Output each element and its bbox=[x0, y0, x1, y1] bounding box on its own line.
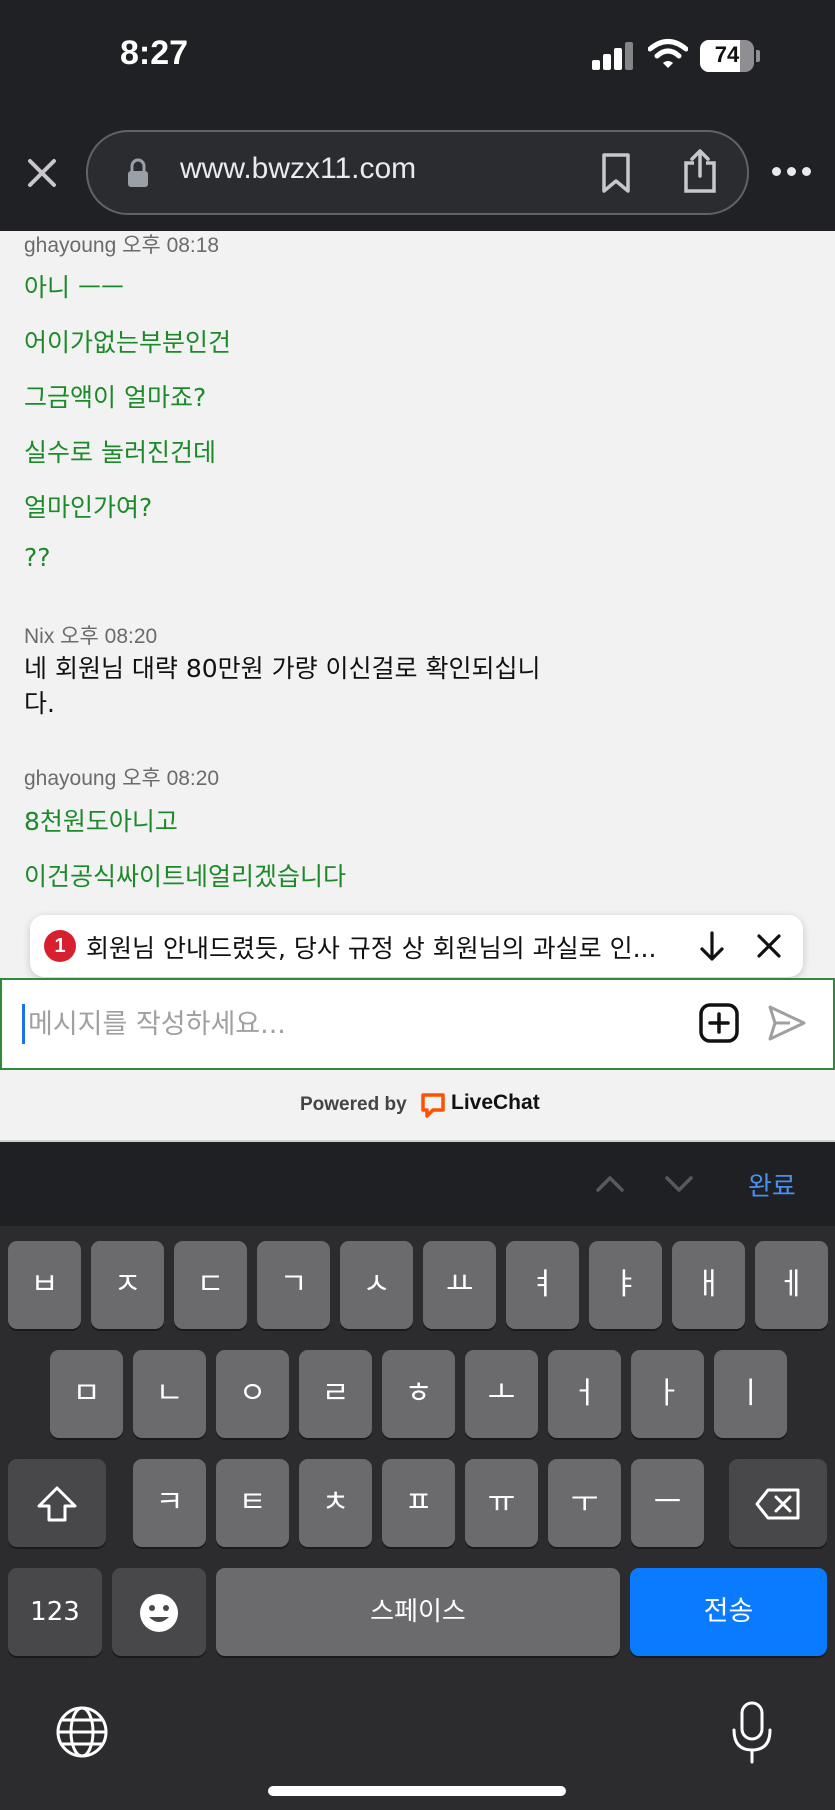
send-key[interactable]: 전송 bbox=[630, 1568, 827, 1656]
key[interactable]: ㅣ bbox=[714, 1350, 787, 1438]
message-line: 네 회원님 대략 80만원 가량 이신걸로 확인되십니 bbox=[24, 654, 541, 683]
powered-by-label: Powered by bbox=[300, 1094, 407, 1115]
message-line: 어이가없는부분인건 bbox=[24, 328, 232, 357]
key[interactable]: ㅇ bbox=[216, 1350, 289, 1438]
arrow-down-icon[interactable] bbox=[696, 929, 728, 963]
done-button[interactable]: 완료 bbox=[748, 1166, 796, 1203]
chevron-down-icon[interactable] bbox=[663, 1172, 695, 1196]
globe-icon[interactable] bbox=[54, 1704, 110, 1760]
new-message-banner[interactable]: 1 회원님 안내드렸듯, 당사 규정 상 회원님의 과실로 인... bbox=[30, 915, 803, 977]
livechat-logo-icon bbox=[421, 1093, 445, 1118]
key[interactable]: ㅅ bbox=[340, 1241, 413, 1329]
chat-transcript: ghayoung 오후 08:18 아니 ㅡㅡ 어이가없는부분인건 그금액이 얼… bbox=[0, 231, 835, 978]
key[interactable]: ㅑ bbox=[589, 1241, 662, 1329]
close-icon[interactable] bbox=[22, 153, 62, 193]
message-author: ghayoung 오후 08:18 bbox=[24, 234, 220, 257]
message-line: 아니 ㅡㅡ bbox=[24, 273, 124, 302]
microphone-icon[interactable] bbox=[730, 1700, 774, 1764]
key[interactable]: ㅏ bbox=[631, 1350, 704, 1438]
key[interactable]: ㅗ bbox=[465, 1350, 538, 1438]
message-line: 8천원도아니고 bbox=[24, 807, 178, 836]
close-icon[interactable] bbox=[754, 931, 784, 961]
status-bar: 8:27 74 bbox=[0, 0, 835, 115]
message-author: ghayoung 오후 08:20 bbox=[24, 767, 220, 790]
message-line: 실수로 눌러진건데 bbox=[24, 438, 216, 467]
lock-icon bbox=[128, 158, 148, 187]
key[interactable]: ㅐ bbox=[672, 1241, 745, 1329]
address-bar[interactable]: www.bwzx11.com bbox=[86, 130, 749, 215]
unread-count-badge: 1 bbox=[44, 930, 76, 962]
key[interactable]: ㅓ bbox=[548, 1350, 621, 1438]
backspace-icon bbox=[755, 1488, 800, 1519]
key[interactable]: ㄱ bbox=[257, 1241, 330, 1329]
key[interactable]: ㅈ bbox=[91, 1241, 164, 1329]
key[interactable]: ㅎ bbox=[382, 1350, 455, 1438]
key[interactable]: ㅜ bbox=[548, 1459, 621, 1547]
message-composer bbox=[0, 978, 835, 1070]
key[interactable]: ㄹ bbox=[299, 1350, 372, 1438]
message-line: 그금액이 얼마죠? bbox=[24, 383, 207, 412]
key[interactable]: ㅁ bbox=[50, 1350, 123, 1438]
share-icon[interactable] bbox=[682, 148, 718, 194]
key[interactable]: ㄴ bbox=[133, 1350, 206, 1438]
send-icon[interactable] bbox=[766, 1002, 808, 1044]
browser-toolbar: www.bwzx11.com bbox=[0, 115, 835, 231]
chevron-up-icon[interactable] bbox=[594, 1172, 626, 1196]
key[interactable]: ㅍ bbox=[382, 1459, 455, 1547]
livechat-brand: LiveChat bbox=[451, 1091, 540, 1114]
shift-key[interactable] bbox=[8, 1459, 106, 1547]
url-text: www.bwzx11.com bbox=[180, 152, 417, 185]
message-line: 다. bbox=[24, 689, 55, 718]
powered-by-footer: Powered by LiveChat bbox=[0, 1070, 835, 1142]
delete-key[interactable] bbox=[729, 1459, 827, 1547]
banner-preview-text: 회원님 안내드렸듯, 당사 규정 상 회원님의 과실로 인... bbox=[86, 934, 657, 963]
add-attachment-icon[interactable] bbox=[698, 1002, 740, 1044]
message-line: ?? bbox=[24, 543, 51, 572]
message-group: ghayoung 오후 08:18 bbox=[24, 231, 219, 259]
key[interactable]: ㅋ bbox=[133, 1459, 206, 1547]
wifi-icon bbox=[648, 39, 688, 68]
key[interactable]: ㄷ bbox=[174, 1241, 247, 1329]
space-key[interactable]: 스페이스 bbox=[216, 1568, 620, 1656]
keyboard-accessory-bar: 완료 bbox=[0, 1142, 835, 1226]
key[interactable]: ㅡ bbox=[631, 1459, 704, 1547]
key[interactable]: ㅂ bbox=[8, 1241, 81, 1329]
text-cursor bbox=[22, 1004, 25, 1044]
numbers-key[interactable]: 123 bbox=[8, 1568, 102, 1656]
battery-level: 74 bbox=[714, 42, 740, 67]
key[interactable]: ㅕ bbox=[506, 1241, 579, 1329]
message-line: 얼마인가여? bbox=[24, 493, 153, 522]
emoji-icon bbox=[140, 1593, 178, 1632]
key[interactable]: ㅛ bbox=[423, 1241, 496, 1329]
message-line: 이건공식싸이트네얼리겠습니다 bbox=[24, 862, 347, 891]
emoji-key[interactable] bbox=[112, 1568, 206, 1656]
key[interactable]: ㅔ bbox=[755, 1241, 828, 1329]
more-options-icon[interactable] bbox=[772, 167, 812, 179]
korean-keyboard: ㅂ ㅈ ㄷ ㄱ ㅅ ㅛ ㅕ ㅑ ㅐ ㅔ ㅁ ㄴ ㅇ ㄹ ㅎ ㅗ ㅓ ㅏ ㅣ ㅋ … bbox=[0, 1226, 835, 1810]
key[interactable]: ㅌ bbox=[216, 1459, 289, 1547]
battery-icon: 74 bbox=[700, 40, 760, 72]
shift-icon bbox=[37, 1486, 77, 1521]
cellular-signal-icon bbox=[592, 42, 634, 70]
home-indicator[interactable] bbox=[268, 1786, 566, 1796]
bookmark-icon[interactable] bbox=[600, 152, 632, 194]
message-author: Nix 오후 08:20 bbox=[24, 625, 158, 648]
key[interactable]: ㅠ bbox=[465, 1459, 538, 1547]
key[interactable]: ㅊ bbox=[299, 1459, 372, 1547]
message-input[interactable] bbox=[28, 1000, 668, 1048]
status-time: 8:27 bbox=[120, 34, 189, 72]
